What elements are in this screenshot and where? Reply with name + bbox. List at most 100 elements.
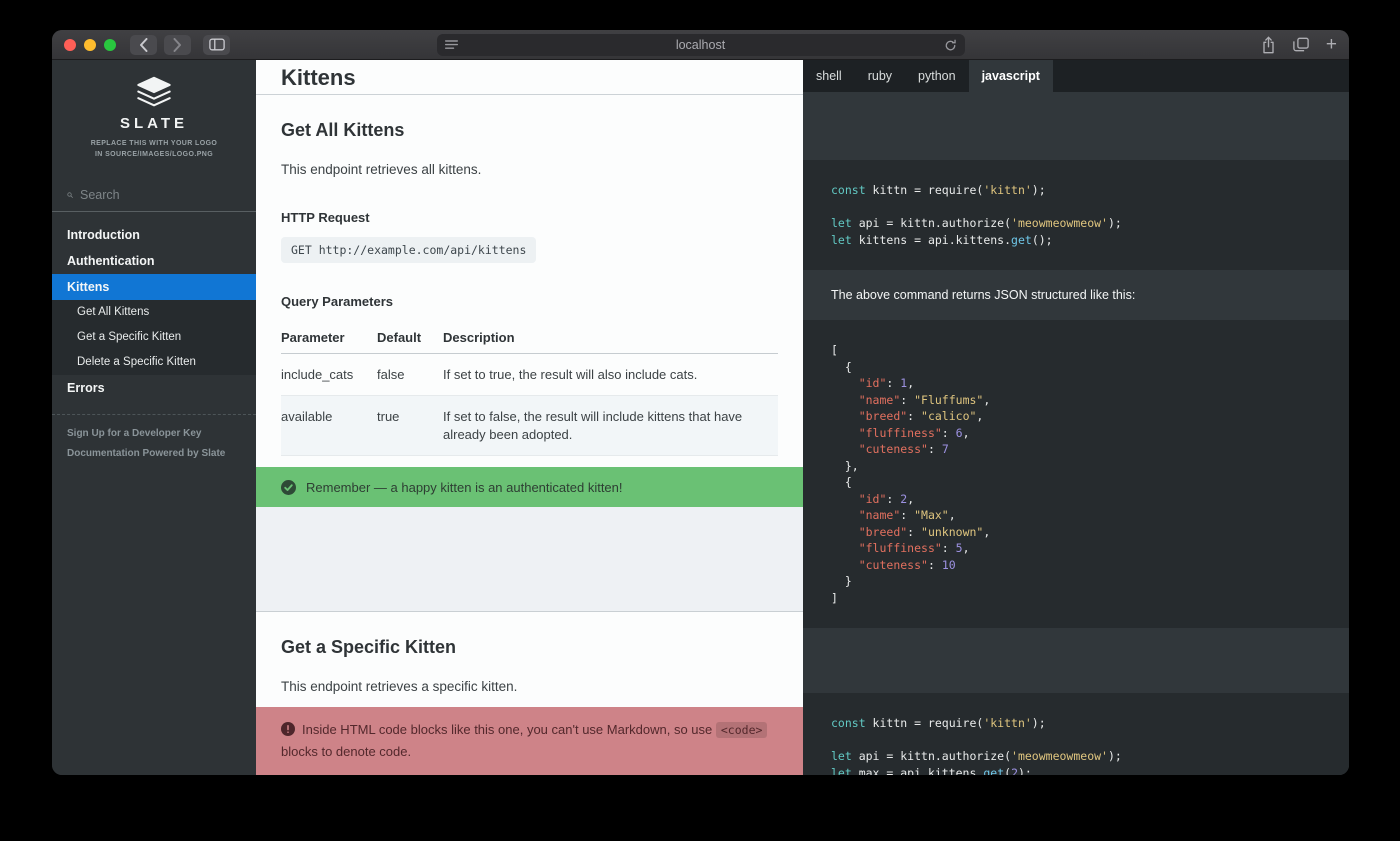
cell-parameter: available <box>281 396 377 456</box>
table-header-description: Description <box>443 322 778 354</box>
slate-docs-app: SLATE REPLACE THIS WITH YOUR LOGO IN SOU… <box>52 60 1349 775</box>
sidebar-item-kittens[interactable]: Kittens <box>52 274 256 300</box>
powered-by-slate-link[interactable]: Documentation Powered by Slate <box>67 448 241 459</box>
code-line: } <box>831 573 1321 590</box>
tabs-icon <box>1293 37 1309 52</box>
code-sample-json-response: [ { "id": 1, "name": "Fluffums", "breed"… <box>803 320 1349 628</box>
warning-text-post: blocks to denote code. <box>281 744 411 759</box>
logo-caption-line2: IN SOURCE/IMAGES/LOGO.PNG <box>52 150 256 161</box>
sidebar-subitem-get-a-specific-kitten[interactable]: Get a Specific Kitten <box>52 325 256 350</box>
code-line: "cuteness": 7 <box>831 441 1321 458</box>
forward-button[interactable] <box>164 35 191 55</box>
refresh-icon[interactable] <box>944 39 957 52</box>
get-specific-description: This endpoint retrieves a specific kitte… <box>281 679 778 694</box>
code-line: let kittens = api.kittens.get(); <box>831 232 1321 249</box>
table-header-parameter: Parameter <box>281 322 377 354</box>
sidebar-footer: Sign Up for a Developer Key Documentatio… <box>52 415 256 481</box>
code-line: { <box>831 474 1321 491</box>
table-header-default: Default <box>377 322 443 354</box>
zoom-button[interactable] <box>104 39 116 51</box>
code-line: "name": "Fluffums", <box>831 392 1321 409</box>
tab-shell[interactable]: shell <box>803 60 855 92</box>
table-of-contents: Introduction Authentication Kittens Get … <box>52 222 256 401</box>
code-line: "fluffiness": 6, <box>831 425 1321 442</box>
tabs-overview-button[interactable] <box>1293 37 1309 52</box>
code-line: const kittn = require('kittn'); <box>831 182 1321 199</box>
endpoint-code: GET http://example.com/api/kittens <box>281 237 536 263</box>
table-header-row: Parameter Default Description <box>281 322 778 354</box>
window-controls <box>64 39 116 51</box>
examples-spacer <box>803 628 1349 693</box>
address-bar[interactable]: localhost <box>437 34 965 56</box>
heading-get-a-specific-kitten: Get a Specific Kitten <box>281 637 778 658</box>
sidebar-item-authentication[interactable]: Authentication <box>52 248 256 274</box>
page-title-strip: Kittens <box>256 60 803 95</box>
table-row-include-cats: include_cats false If set to true, the r… <box>281 353 778 396</box>
code-line: let max = api.kittens.get(2); <box>831 765 1321 776</box>
code-line: "breed": "unknown", <box>831 524 1321 541</box>
reader-view-icon[interactable] <box>445 40 458 51</box>
sidebar-item-errors[interactable]: Errors <box>52 375 256 401</box>
warning-inline-code: <code> <box>716 722 768 738</box>
cell-default: false <box>377 353 443 396</box>
url-text: localhost <box>458 38 944 52</box>
code-sample-get-specific-kitten: const kittn = require('kittn'); let api … <box>803 693 1349 775</box>
sidebar-item-introduction[interactable]: Introduction <box>52 222 256 248</box>
sidebar-subitems-kittens: Get All Kittens Get a Specific Kitten De… <box>52 300 256 375</box>
new-tab-button[interactable]: + <box>1326 35 1337 54</box>
code-sample-get-all-kittens: const kittn = require('kittn'); let api … <box>803 160 1349 270</box>
language-tabs: shell ruby python javascript <box>803 60 1349 92</box>
chevron-right-icon <box>173 38 182 52</box>
success-callout: Remember — a happy kitten is an authenti… <box>256 467 803 508</box>
signup-developer-key-link[interactable]: Sign Up for a Developer Key <box>67 428 241 439</box>
code-line: "name": "Max", <box>831 507 1321 524</box>
logo-caption-line1: REPLACE THIS WITH YOUR LOGO <box>52 139 256 150</box>
section-get-a-specific-kitten: Get a Specific Kitten This endpoint retr… <box>256 612 803 707</box>
check-circle-icon <box>281 480 296 495</box>
back-button[interactable] <box>130 35 157 55</box>
section-gap <box>256 507 803 611</box>
query-parameters-heading: Query Parameters <box>281 294 778 309</box>
code-line: "cuteness": 10 <box>831 557 1321 574</box>
tab-python[interactable]: python <box>905 60 969 92</box>
cell-default: true <box>377 396 443 456</box>
sidebar-subitem-delete-a-specific-kitten[interactable]: Delete a Specific Kitten <box>52 350 256 375</box>
code-line: [ <box>831 342 1321 359</box>
browser-window: localhost + <box>52 30 1349 775</box>
search-icon <box>67 189 73 201</box>
logo-title: SLATE <box>52 115 256 132</box>
sidebar-subitem-get-all-kittens[interactable]: Get All Kittens <box>52 300 256 325</box>
warning-callout: Inside HTML code blocks like this one, y… <box>256 707 803 775</box>
get-all-description: This endpoint retrieves all kittens. <box>281 162 778 177</box>
code-examples-panel: shell ruby python javascript const kittn… <box>803 60 1349 775</box>
page-title: Kittens <box>281 65 778 91</box>
close-button[interactable] <box>64 39 76 51</box>
tab-ruby[interactable]: ruby <box>855 60 905 92</box>
share-icon <box>1261 36 1276 54</box>
exclamation-circle-icon <box>281 722 295 742</box>
sidebar-icon <box>209 38 225 51</box>
code-line: let api = kittn.authorize('meowmeowmeow'… <box>831 215 1321 232</box>
sidebar-toggle-button[interactable] <box>203 35 230 55</box>
cell-description: If set to false, the result will include… <box>443 396 778 456</box>
code-line: "fluffiness": 5, <box>831 540 1321 557</box>
browser-titlebar: localhost + <box>52 30 1349 60</box>
code-annotation: The above command returns JSON structure… <box>803 270 1349 320</box>
section-get-all-kittens: Get All Kittens This endpoint retrieves … <box>256 95 803 467</box>
code-line: "breed": "calico", <box>831 408 1321 425</box>
share-button[interactable] <box>1261 36 1276 54</box>
cell-description: If set to true, the result will also inc… <box>443 353 778 396</box>
code-line: const kittn = require('kittn'); <box>831 715 1321 732</box>
minimize-button[interactable] <box>84 39 96 51</box>
warning-text-pre: Inside HTML code blocks like this one, y… <box>302 722 716 737</box>
search-input[interactable] <box>80 188 241 202</box>
search-box[interactable] <box>52 184 256 212</box>
heading-get-all-kittens: Get All Kittens <box>281 120 778 141</box>
chevron-left-icon <box>139 38 148 52</box>
desktop-background: localhost + <box>0 0 1400 841</box>
sidebar: SLATE REPLACE THIS WITH YOUR LOGO IN SOU… <box>52 60 256 775</box>
tab-javascript[interactable]: javascript <box>969 60 1053 92</box>
success-callout-text: Remember — a happy kitten is an authenti… <box>306 480 623 495</box>
code-line: "id": 1, <box>831 375 1321 392</box>
code-line: "id": 2, <box>831 491 1321 508</box>
